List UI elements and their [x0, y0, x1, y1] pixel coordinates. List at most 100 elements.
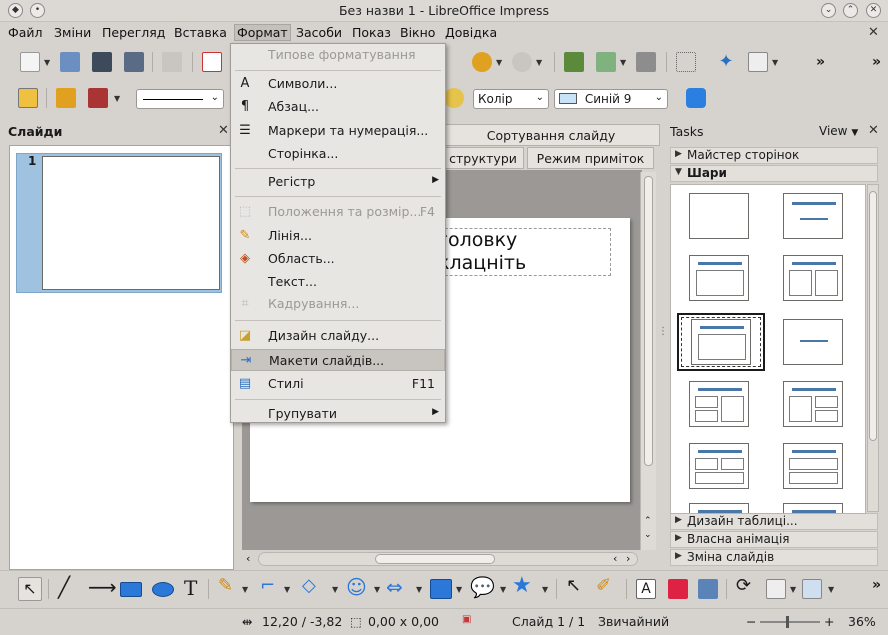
helplines-icon[interactable]: ✦	[716, 52, 736, 72]
rectangle-tool-icon[interactable]	[120, 582, 142, 597]
save-icon[interactable]	[92, 52, 112, 72]
grid-icon[interactable]	[676, 52, 696, 72]
redo-dropdown-icon[interactable]: ▼	[536, 58, 542, 67]
styles-icon[interactable]	[18, 88, 38, 108]
menu-bullets-numbering[interactable]: ☰ Маркери та нумерація...	[231, 120, 445, 142]
layout-title-content[interactable]	[689, 255, 749, 301]
menu-file[interactable]: Файл	[8, 25, 43, 40]
master-layout-name[interactable]: Звичайний	[598, 614, 669, 629]
symbol-dropdown-icon[interactable]: ▼	[374, 585, 380, 594]
block-arrows-icon[interactable]: ⇔	[386, 575, 403, 599]
section-slide-transition[interactable]: ▶ Зміна слайдів	[670, 549, 878, 566]
close-tasks-pane-icon[interactable]: ✕	[868, 123, 879, 138]
arrange-icon[interactable]	[802, 579, 822, 599]
stars-dropdown-icon[interactable]: ▼	[542, 585, 548, 594]
vertical-scrollbar[interactable]: ⌃ ⌄	[640, 172, 656, 550]
stars-icon[interactable]: ★	[512, 573, 532, 598]
layout-title-only-selected[interactable]	[677, 313, 765, 371]
document-modified-icon[interactable]: ▣	[462, 614, 471, 625]
scroll-up-icon[interactable]: ⌃	[644, 516, 652, 526]
display-views-icon[interactable]	[748, 52, 768, 72]
menu-format[interactable]: Формат	[234, 24, 291, 41]
menu-slide-design[interactable]: ◪ Дизайн слайду...	[231, 325, 445, 347]
layout-two-content[interactable]	[783, 255, 843, 301]
scroll-right-icon[interactable]: ›	[626, 552, 630, 565]
fontwork-icon[interactable]: A	[636, 579, 656, 599]
arrange-dropdown-icon[interactable]: ▼	[828, 585, 834, 594]
menu-line[interactable]: ✎ Лінія...	[231, 225, 445, 247]
shadow-icon[interactable]	[686, 88, 706, 108]
zoom-slider[interactable]	[760, 621, 820, 623]
toolbar-overflow-right-icon[interactable]: »	[872, 54, 881, 70]
layout-title-6content[interactable]	[783, 503, 843, 513]
line-tool-icon[interactable]: ╱	[58, 575, 70, 599]
fill-color-select[interactable]: Синій 9 ⌄	[554, 89, 668, 109]
rotate-icon[interactable]: ⟳	[736, 575, 751, 596]
connector-dropdown-icon[interactable]: ▼	[284, 585, 290, 594]
view-menu-button[interactable]: View ▼	[819, 124, 858, 138]
scroll-left-small-icon[interactable]: ‹	[613, 552, 617, 565]
menu-crop[interactable]: ⌗ Кадрування...	[231, 293, 445, 315]
vertical-scroll-thumb[interactable]	[644, 176, 653, 466]
menu-area[interactable]: ◈ Область...	[231, 248, 445, 270]
menu-insert[interactable]: Вставка	[174, 25, 227, 40]
layout-title-4content[interactable]	[689, 503, 749, 513]
from-file-icon[interactable]	[668, 579, 688, 599]
curve-dropdown-icon[interactable]: ▼	[242, 585, 248, 594]
table-dropdown-icon[interactable]: ▼	[620, 58, 626, 67]
glue-points-icon[interactable]: ✐	[596, 575, 611, 596]
text-tool-icon[interactable]: T	[184, 576, 197, 600]
scroll-left-icon[interactable]: ‹	[246, 552, 250, 565]
line-style-select[interactable]: ⌄	[136, 89, 224, 109]
points-icon[interactable]: ↖	[566, 575, 581, 596]
menu-tools[interactable]: Засоби	[296, 25, 342, 40]
symbol-shapes-icon[interactable]: ☺	[346, 575, 367, 599]
undo-dropdown-icon[interactable]: ▼	[496, 58, 502, 67]
line-icon[interactable]	[56, 88, 76, 108]
zoom-level[interactable]: 36%	[848, 614, 876, 629]
slide-thumbnail[interactable]	[42, 156, 220, 290]
horizontal-scroll-thumb[interactable]	[375, 554, 495, 564]
menu-window[interactable]: Вікно	[400, 25, 435, 40]
menu-group[interactable]: Групувати ▶	[231, 403, 445, 425]
flowchart-icon[interactable]	[430, 579, 452, 599]
menu-slideshow[interactable]: Показ	[352, 25, 391, 40]
new-dropdown-icon[interactable]: ▼	[44, 58, 50, 67]
zoom-in-icon[interactable]: +	[824, 614, 834, 629]
menu-page[interactable]: Сторінка...	[231, 143, 445, 165]
connector-tool-icon[interactable]: ⌐	[260, 575, 275, 596]
block-arrows-dropdown-icon[interactable]: ▼	[416, 585, 422, 594]
basic-shapes-dropdown-icon[interactable]: ▼	[332, 585, 338, 594]
export-icon[interactable]	[124, 52, 144, 72]
section-custom-animation[interactable]: ▶ Власна анімація	[670, 531, 878, 548]
align-dropdown-icon[interactable]: ▼	[790, 585, 796, 594]
callouts-icon[interactable]: 💬	[470, 575, 495, 599]
arrow-style-icon[interactable]	[88, 88, 108, 108]
maximize-button[interactable]: ⌃	[843, 3, 858, 18]
section-master-pages[interactable]: ▶ Майстер сторінок	[670, 147, 878, 164]
layouts-scrollbar[interactable]	[867, 184, 879, 512]
align-icon[interactable]	[766, 579, 786, 599]
section-layouts[interactable]: ▼ Шари	[670, 165, 878, 182]
section-table-design[interactable]: ▶ Дизайн таблиці...	[670, 513, 878, 530]
select-arrow-icon[interactable]: ↖	[18, 577, 42, 601]
basic-shapes-icon[interactable]: ◇	[302, 575, 316, 596]
close-slides-pane-icon[interactable]: ✕	[218, 123, 229, 138]
edit-mode-icon[interactable]	[162, 52, 182, 72]
layout-title-slide[interactable]	[783, 193, 843, 239]
gallery-icon[interactable]	[698, 579, 718, 599]
menu-edit[interactable]: Зміни	[54, 25, 91, 40]
area-icon[interactable]	[444, 88, 464, 108]
chart-icon[interactable]	[564, 52, 584, 72]
menu-help[interactable]: Довідка	[445, 25, 497, 40]
layout-title-2content-left[interactable]	[689, 381, 749, 427]
layout-title-2content-right[interactable]	[783, 381, 843, 427]
tab-slide-sorter[interactable]: Сортування слайду	[442, 124, 660, 146]
horizontal-scrollbar[interactable]	[258, 552, 638, 566]
toolbar-overflow-icon[interactable]: »	[816, 54, 825, 70]
menu-text[interactable]: Текст...	[231, 271, 445, 293]
views-dropdown-icon[interactable]: ▼	[772, 58, 778, 67]
zoom-out-icon[interactable]: −	[746, 614, 756, 629]
export-pdf-icon[interactable]	[202, 52, 222, 72]
tab-notes[interactable]: Режим приміток	[527, 147, 654, 169]
